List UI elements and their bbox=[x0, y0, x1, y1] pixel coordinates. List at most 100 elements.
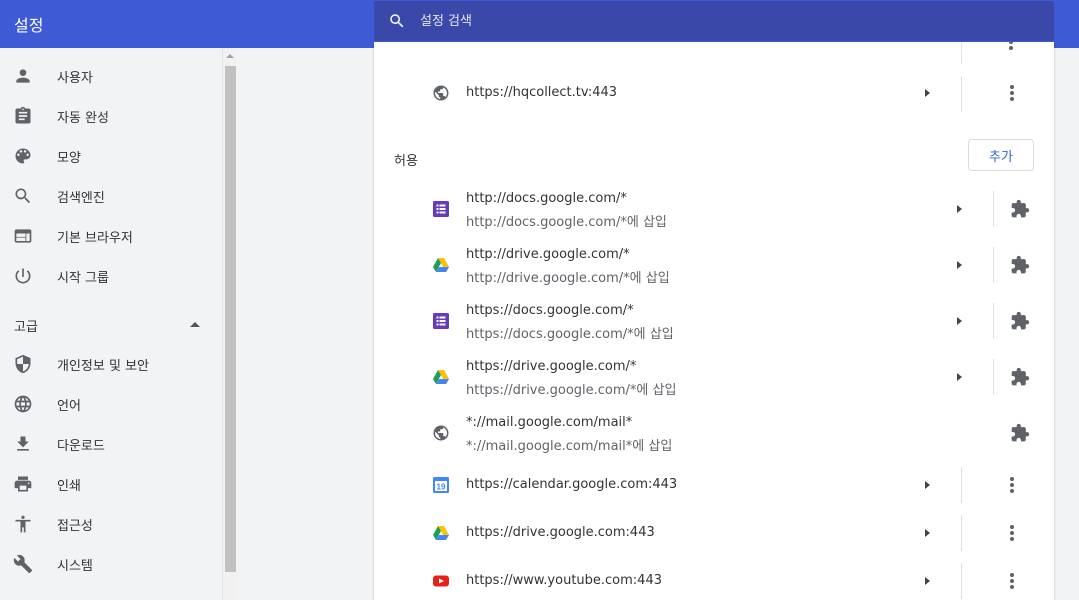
scroll-up-arrow-icon[interactable] bbox=[226, 54, 234, 58]
site-url: https://drive.google.com:443 bbox=[466, 525, 655, 540]
search-input[interactable] bbox=[420, 9, 1020, 33]
puzzle-extension-icon[interactable] bbox=[1010, 311, 1030, 331]
sidebar-item-label: 개인정보 및 보안 bbox=[57, 359, 149, 374]
sidebar-advanced-header[interactable]: 고급 bbox=[14, 316, 38, 335]
shield-icon bbox=[15, 354, 31, 374]
sidebar-item-label: 사용자 bbox=[57, 71, 93, 86]
puzzle-extension-icon[interactable] bbox=[1010, 199, 1030, 219]
list-item[interactable]: https://docs.google.com/* https://docs.g… bbox=[374, 295, 1054, 345]
divider bbox=[961, 76, 962, 112]
sidebar-item-appearance[interactable]: 모양 bbox=[0, 136, 222, 176]
search-icon bbox=[390, 14, 404, 28]
sidebar-item-printing[interactable]: 인쇄 bbox=[0, 464, 222, 504]
puzzle-extension-icon[interactable] bbox=[1010, 367, 1030, 387]
list-item[interactable]: https://www.youtube.com:443 bbox=[374, 558, 1054, 600]
site-description: http://docs.google.com/*에 삽입 bbox=[466, 215, 667, 230]
chevron-right-icon[interactable] bbox=[925, 89, 930, 97]
more-actions-icon[interactable] bbox=[1002, 571, 1022, 591]
puzzle-extension-icon[interactable] bbox=[1010, 255, 1030, 275]
chevron-right-icon[interactable] bbox=[957, 373, 962, 381]
sidebar-item-system[interactable]: 시스템 bbox=[0, 544, 222, 584]
list-item[interactable]: https://drive.google.com/* https://drive… bbox=[374, 351, 1054, 401]
sidebar-item-label: 기본 브라우저 bbox=[57, 231, 133, 246]
wrench-icon bbox=[13, 554, 33, 574]
chevron-right-icon[interactable] bbox=[925, 529, 930, 537]
allow-section-label: 허용 bbox=[394, 154, 418, 169]
sidebar-item-accessibility[interactable]: 접근성 bbox=[0, 504, 222, 544]
list-item[interactable]: 19 https://calendar.google.com:443 bbox=[374, 462, 1054, 508]
list-item[interactable]: http://drive.google.com/* http://drive.g… bbox=[374, 239, 1054, 289]
sidebar-item-people[interactable]: 사용자 bbox=[0, 56, 222, 96]
list-item[interactable]: https://hqcollect.tv:443 bbox=[374, 70, 1054, 118]
sidebar-item-privacy[interactable]: 개인정보 및 보안 bbox=[0, 344, 222, 384]
more-actions-icon[interactable] bbox=[1001, 42, 1021, 52]
site-description: https://docs.google.com/*에 삽입 bbox=[466, 327, 674, 342]
caret-up-icon[interactable] bbox=[190, 322, 200, 327]
download-icon bbox=[17, 436, 29, 451]
list-item-clipped bbox=[374, 42, 1054, 54]
chevron-right-icon[interactable] bbox=[925, 481, 930, 489]
sidebar-item-autofill[interactable]: 자동 완성 bbox=[0, 96, 222, 136]
divider bbox=[993, 191, 994, 227]
puzzle-extension-icon[interactable] bbox=[1010, 423, 1030, 443]
chevron-right-icon[interactable] bbox=[925, 577, 930, 585]
more-actions-icon[interactable] bbox=[1002, 83, 1022, 103]
sidebar-item-search-engine[interactable]: 검색엔진 bbox=[0, 176, 222, 216]
browser-icon bbox=[14, 229, 32, 243]
more-actions-icon[interactable] bbox=[1002, 523, 1022, 543]
list-item[interactable]: https://drive.google.com:443 bbox=[374, 510, 1054, 556]
chevron-right-icon[interactable] bbox=[957, 261, 962, 269]
divider bbox=[961, 515, 962, 551]
divider bbox=[993, 247, 994, 283]
google-docs-icon bbox=[433, 201, 449, 217]
site-url: https://hqcollect.tv:443 bbox=[466, 85, 618, 100]
sidebar-item-label: 검색엔진 bbox=[57, 191, 105, 206]
sidebar-item-label: 시스템 bbox=[57, 559, 93, 574]
google-docs-icon bbox=[433, 313, 449, 329]
sidebar-item-startup[interactable]: 시작 그룹 bbox=[0, 256, 222, 296]
google-drive-icon bbox=[433, 258, 449, 272]
clipboard-icon bbox=[15, 106, 31, 124]
calendar-day-number: 19 bbox=[437, 483, 446, 492]
divider bbox=[961, 563, 962, 599]
globe-icon bbox=[433, 85, 449, 101]
divider bbox=[993, 303, 994, 339]
chevron-right-icon[interactable] bbox=[957, 205, 962, 213]
sidebar-item-default-browser[interactable]: 기본 브라우저 bbox=[0, 216, 222, 256]
list-item: *://mail.google.com/mail* *://mail.googl… bbox=[374, 407, 1054, 457]
globe-icon bbox=[14, 395, 32, 413]
sidebar: 사용자 자동 완성 모양 검색엔진 기본 브라우저 시작 그룹 고급 개인정보 … bbox=[0, 48, 222, 600]
sidebar-item-languages[interactable]: 언어 bbox=[0, 384, 222, 424]
site-url: https://www.youtube.com:443 bbox=[466, 573, 662, 588]
more-actions-icon[interactable] bbox=[1002, 475, 1022, 495]
site-url: https://drive.google.com/* bbox=[466, 359, 637, 374]
google-drive-icon bbox=[433, 526, 449, 540]
person-icon bbox=[16, 69, 30, 83]
chevron-right-icon[interactable] bbox=[957, 317, 962, 325]
sidebar-item-label: 모양 bbox=[57, 151, 81, 166]
site-url: https://docs.google.com/* bbox=[466, 303, 634, 318]
palette-icon bbox=[15, 148, 31, 164]
site-url: http://drive.google.com/* bbox=[466, 247, 630, 262]
list-item[interactable]: http://docs.google.com/* http://docs.goo… bbox=[374, 183, 1054, 233]
search-icon bbox=[15, 188, 31, 204]
accessibility-icon bbox=[15, 515, 31, 533]
sidebar-item-label: 시작 그룹 bbox=[57, 271, 109, 286]
add-button[interactable]: 추가 bbox=[968, 139, 1034, 171]
page-title: 설정 bbox=[14, 16, 44, 35]
google-drive-icon bbox=[433, 370, 449, 384]
sidebar-scrollbar[interactable] bbox=[222, 48, 237, 600]
google-calendar-icon: 19 bbox=[433, 477, 449, 493]
site-description: *://mail.google.com/mail*에 삽입 bbox=[466, 439, 673, 454]
divider bbox=[993, 359, 994, 395]
sidebar-item-label: 언어 bbox=[57, 399, 81, 414]
app-header: 설정 bbox=[0, 0, 1079, 48]
sidebar-item-label: 접근성 bbox=[57, 519, 93, 534]
scrollbar-thumb[interactable] bbox=[225, 66, 236, 572]
search-box[interactable] bbox=[374, 1, 1054, 41]
sidebar-item-downloads[interactable]: 다운로드 bbox=[0, 424, 222, 464]
site-url: https://calendar.google.com:443 bbox=[466, 477, 678, 492]
youtube-icon bbox=[433, 575, 449, 587]
site-url: http://docs.google.com/* bbox=[466, 191, 627, 206]
sidebar-item-label: 자동 완성 bbox=[57, 111, 109, 126]
